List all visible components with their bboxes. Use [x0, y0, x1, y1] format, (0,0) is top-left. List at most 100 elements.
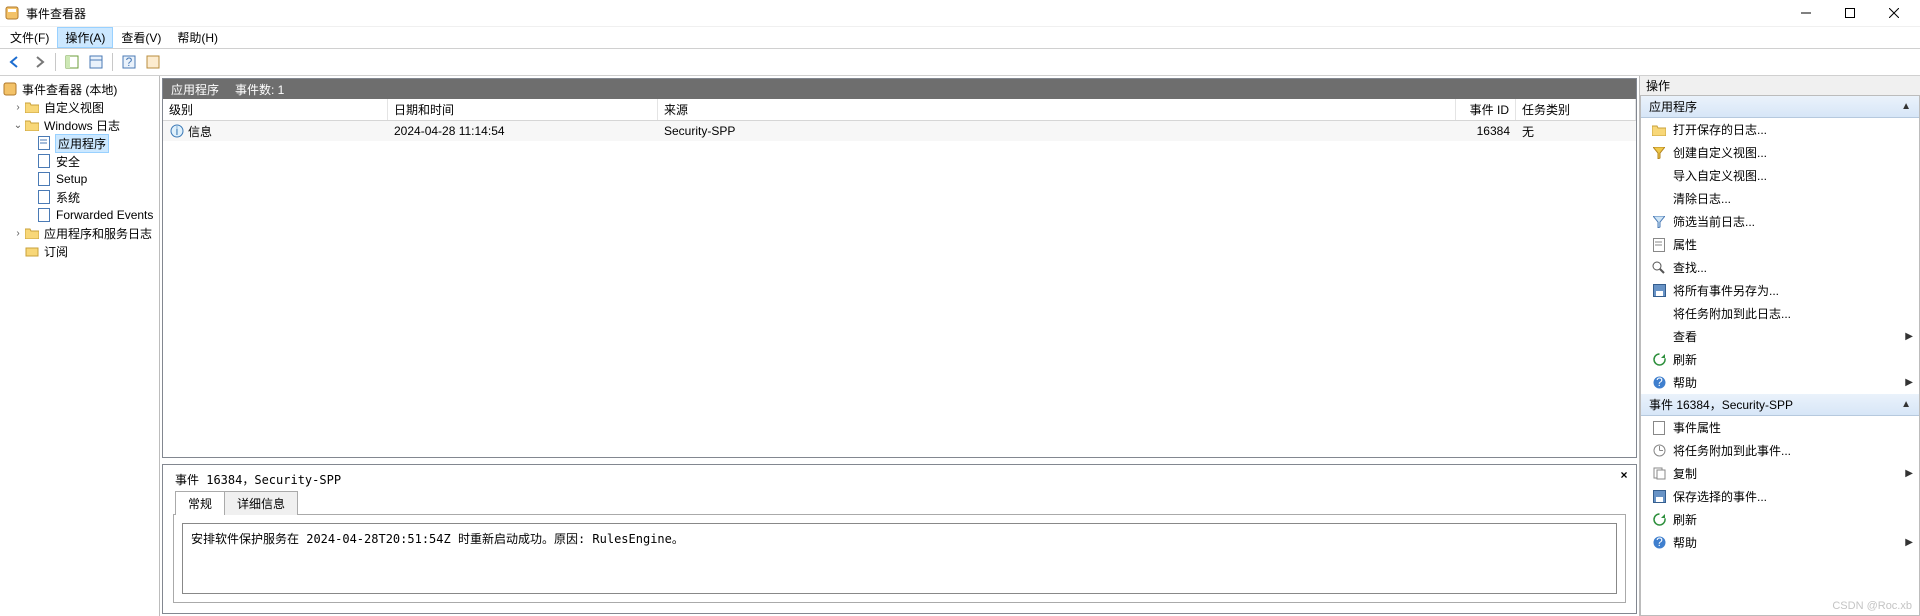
forward-button[interactable]: [28, 51, 50, 73]
menu-action[interactable]: 操作(A): [57, 27, 113, 48]
log-icon: [36, 207, 52, 223]
back-button[interactable]: [4, 51, 26, 73]
collapse-icon: ▲: [1901, 399, 1911, 410]
toolbar: ?: [0, 48, 1920, 76]
action-properties[interactable]: 属性: [1641, 233, 1919, 256]
tree-application[interactable]: 应用程序: [0, 134, 159, 152]
properties-icon: [1651, 420, 1667, 436]
menu-file[interactable]: 文件(F): [2, 27, 57, 48]
list-header: 级别 日期和时间 来源 事件 ID 任务类别: [163, 99, 1636, 121]
detail-body: 安排软件保护服务在 2024-04-28T20:51:54Z 时重新启动成功。原…: [173, 514, 1626, 603]
col-source[interactable]: 来源: [658, 99, 1456, 120]
action-help[interactable]: ?帮助▶: [1641, 371, 1919, 394]
action-refresh-2[interactable]: 刷新: [1641, 508, 1919, 531]
log-icon: [36, 171, 52, 187]
action-refresh[interactable]: 刷新: [1641, 348, 1919, 371]
svg-text:i: i: [176, 124, 179, 138]
extra-toolbar-button[interactable]: [142, 51, 164, 73]
action-attach-task-log[interactable]: 将任务附加到此日志...: [1641, 302, 1919, 325]
submenu-arrow-icon: ▶: [1905, 331, 1913, 342]
col-event-id[interactable]: 事件 ID: [1456, 99, 1516, 120]
tab-general[interactable]: 常规: [175, 491, 225, 515]
submenu-arrow-icon: ▶: [1905, 377, 1913, 388]
center-pane: 应用程序 事件数: 1 级别 日期和时间 来源 事件 ID 任务类别 i 信息 …: [160, 76, 1640, 616]
tree-security[interactable]: 安全: [0, 152, 159, 170]
detail-title: 事件 16384，Security-SPP: [165, 467, 1634, 490]
help-icon: ?: [1651, 535, 1667, 551]
submenu-arrow-icon: ▶: [1905, 537, 1913, 548]
tree-root[interactable]: 事件查看器 (本地): [0, 80, 159, 98]
svg-text:?: ?: [126, 55, 133, 69]
svg-text:?: ?: [1656, 536, 1663, 549]
properties-button[interactable]: [85, 51, 107, 73]
body: 事件查看器 (本地) › 自定义视图 ⌄ Windows 日志 应用程序 安全 …: [0, 76, 1920, 616]
action-copy[interactable]: 复制▶: [1641, 462, 1919, 485]
maximize-button[interactable]: [1828, 0, 1872, 26]
show-hide-tree-button[interactable]: [61, 51, 83, 73]
expand-icon[interactable]: ›: [12, 102, 24, 113]
tree-setup[interactable]: Setup: [0, 170, 159, 188]
action-create-custom-view[interactable]: 创建自定义视图...: [1641, 141, 1919, 164]
list-row[interactable]: i 信息 2024-04-28 11:14:54 Security-SPP 16…: [163, 121, 1636, 141]
find-icon: [1651, 260, 1667, 276]
action-save-selected[interactable]: 保存选择的事件...: [1641, 485, 1919, 508]
actions-section-app[interactable]: 应用程序▲: [1641, 96, 1919, 118]
list-title-count: 事件数: 1: [235, 81, 284, 98]
action-open-saved-log[interactable]: 打开保存的日志...: [1641, 118, 1919, 141]
action-help-2[interactable]: ?帮助▶: [1641, 531, 1919, 554]
filter-icon: [1651, 145, 1667, 161]
action-event-properties[interactable]: 事件属性: [1641, 416, 1919, 439]
menu-view[interactable]: 查看(V): [113, 27, 169, 48]
tree-windows-logs[interactable]: ⌄ Windows 日志: [0, 116, 159, 134]
save-icon: [1651, 283, 1667, 299]
detail-text[interactable]: 安排软件保护服务在 2024-04-28T20:51:54Z 时重新启动成功。原…: [182, 523, 1617, 594]
close-button[interactable]: [1872, 0, 1916, 26]
submenu-arrow-icon: ▶: [1905, 468, 1913, 479]
filter-icon: [1651, 214, 1667, 230]
col-category[interactable]: 任务类别: [1516, 99, 1636, 120]
actions-title: 操作: [1640, 76, 1920, 96]
actions-pane: 操作 应用程序▲ 打开保存的日志... 创建自定义视图... 导入自定义视图..…: [1640, 76, 1920, 616]
tree-custom-views[interactable]: › 自定义视图: [0, 98, 159, 116]
refresh-icon: [1651, 512, 1667, 528]
tree-pane[interactable]: 事件查看器 (本地) › 自定义视图 ⌄ Windows 日志 应用程序 安全 …: [0, 76, 160, 616]
action-find[interactable]: 查找...: [1641, 256, 1919, 279]
action-import-custom-view[interactable]: 导入自定义视图...: [1641, 164, 1919, 187]
col-datetime[interactable]: 日期和时间: [388, 99, 658, 120]
open-log-icon: [1651, 122, 1667, 138]
expand-icon[interactable]: ›: [12, 228, 24, 239]
action-filter-current-log[interactable]: 筛选当前日志...: [1641, 210, 1919, 233]
collapse-icon[interactable]: ⌄: [12, 120, 24, 131]
tree-app-service-logs[interactable]: › 应用程序和服务日志: [0, 224, 159, 242]
refresh-icon: [1651, 352, 1667, 368]
copy-icon: [1651, 466, 1667, 482]
list-title-main: 应用程序: [171, 81, 219, 98]
windows-logs-icon: [24, 117, 40, 133]
list-body[interactable]: i 信息 2024-04-28 11:14:54 Security-SPP 16…: [163, 121, 1636, 457]
tab-details[interactable]: 详细信息: [224, 491, 298, 515]
detail-close-button[interactable]: ×: [1616, 467, 1632, 483]
event-list-wrap: 应用程序 事件数: 1 级别 日期和时间 来源 事件 ID 任务类别 i 信息 …: [162, 78, 1637, 458]
menu-help[interactable]: 帮助(H): [169, 27, 226, 48]
event-viewer-icon: [2, 81, 18, 97]
actions-scroll[interactable]: 应用程序▲ 打开保存的日志... 创建自定义视图... 导入自定义视图... 清…: [1640, 96, 1920, 616]
log-icon: [36, 153, 52, 169]
help-toolbar-button[interactable]: ?: [118, 51, 140, 73]
minimize-button[interactable]: [1784, 0, 1828, 26]
app-icon: [4, 5, 20, 21]
col-level[interactable]: 级别: [163, 99, 388, 120]
actions-section-event[interactable]: 事件 16384，Security-SPP▲: [1641, 394, 1919, 416]
save-icon: [1651, 489, 1667, 505]
tree-forwarded[interactable]: Forwarded Events: [0, 206, 159, 224]
action-view-submenu[interactable]: 查看▶: [1641, 325, 1919, 348]
tree-subscriptions[interactable]: 订阅: [0, 242, 159, 260]
tree-system[interactable]: 系统: [0, 188, 159, 206]
action-attach-task-event[interactable]: 将任务附加到此事件...: [1641, 439, 1919, 462]
tree-root-label: 事件查看器 (本地): [21, 81, 118, 98]
action-clear-log[interactable]: 清除日志...: [1641, 187, 1919, 210]
info-icon: i: [169, 123, 185, 139]
watermark: CSDN @Roc.xb: [1832, 600, 1912, 612]
help-icon: ?: [1651, 375, 1667, 391]
folder-icon: [24, 99, 40, 115]
action-save-all-events[interactable]: 将所有事件另存为...: [1641, 279, 1919, 302]
